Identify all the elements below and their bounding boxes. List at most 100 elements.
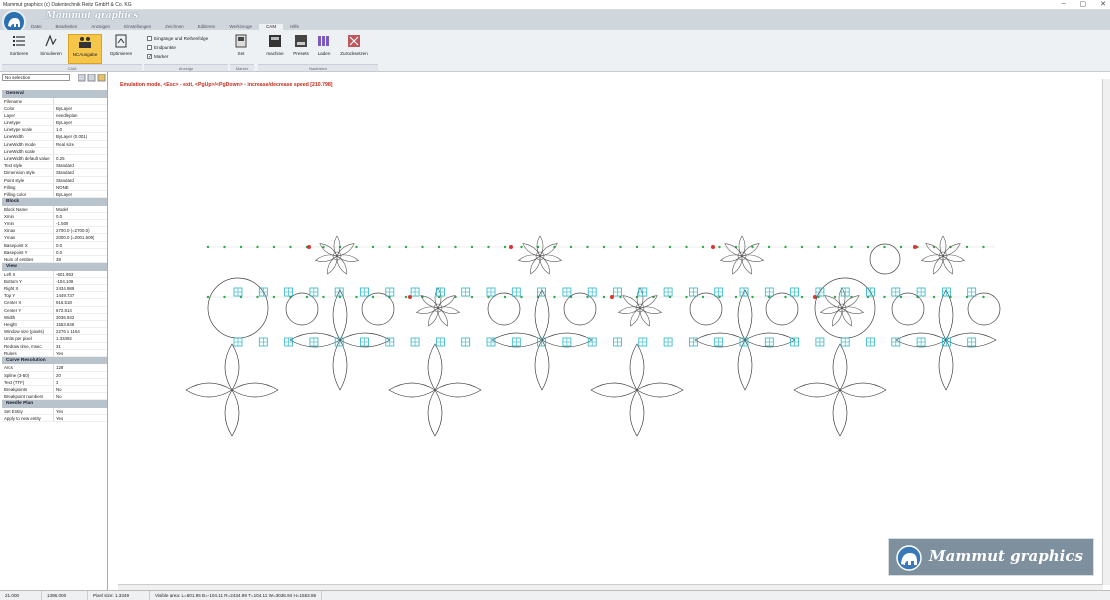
path-point: [421, 245, 424, 249]
path-point: [734, 295, 738, 299]
star-petal: [838, 287, 846, 309]
petal-shape: [339, 332, 391, 348]
path-point: [701, 245, 705, 249]
path-point: [866, 245, 870, 249]
petal-shape: [839, 382, 887, 398]
path-point: [701, 295, 705, 299]
star-petal: [428, 307, 439, 327]
petal-shape: [629, 389, 645, 437]
path-point: [470, 245, 474, 249]
path-point: [272, 245, 276, 249]
star-petal: [630, 307, 641, 327]
star-petal: [336, 255, 347, 275]
star-petal: [437, 307, 448, 327]
petal-shape: [629, 343, 645, 391]
path-point: [509, 245, 513, 249]
path-point: [470, 295, 474, 299]
circle-shape: [361, 292, 395, 326]
star-petal: [738, 235, 746, 257]
star-petal: [639, 307, 650, 327]
status-visible-area: Visible area: L=601.95 B=-104.11 R=2434.…: [150, 591, 323, 600]
path-point: [586, 245, 589, 249]
circle-shape: [487, 292, 521, 326]
path-point: [371, 295, 375, 299]
path-point: [784, 245, 787, 249]
status-pixel-size: Pixel size: 1.3349: [88, 591, 150, 600]
star-petal: [636, 287, 644, 309]
path-point: [355, 245, 358, 249]
petal-shape: [793, 382, 841, 398]
path-point: [982, 295, 985, 299]
path-point: [206, 245, 210, 249]
path-point: [817, 245, 820, 249]
path-point: [711, 245, 715, 249]
path-point: [371, 245, 375, 249]
path-point: [913, 245, 917, 249]
path-point: [520, 245, 523, 249]
star-petal: [741, 255, 752, 275]
path-point: [437, 245, 441, 249]
path-point: [256, 295, 259, 299]
circle-shape: [689, 292, 723, 326]
petal-shape: [832, 343, 848, 391]
path-point: [454, 245, 457, 249]
path-point: [223, 295, 226, 299]
path-point: [272, 295, 276, 299]
path-point: [965, 245, 969, 249]
petal-shape: [231, 382, 279, 398]
path-point: [833, 245, 837, 249]
path-point: [503, 245, 507, 249]
petal-shape: [491, 332, 543, 348]
path-point: [635, 245, 639, 249]
path-point: [883, 245, 886, 249]
star-petal: [942, 255, 953, 275]
circle-shape: [285, 292, 319, 326]
circle-shape: [765, 292, 799, 326]
path-point: [355, 295, 358, 299]
path-point: [833, 295, 837, 299]
petal-shape: [744, 332, 796, 348]
path-point: [307, 245, 311, 249]
petal-shape: [185, 382, 233, 398]
needle-plan-drawing[interactable]: [0, 0, 1110, 600]
status-bar: 21.000 1396.000 Pixel size: 1.3349 Visib…: [0, 590, 1110, 600]
watermark-text: Mammut graphics: [929, 547, 1083, 565]
path-point: [784, 295, 787, 299]
petal-shape: [832, 389, 848, 437]
path-point: [982, 245, 985, 249]
star-petal: [832, 307, 843, 327]
petal-shape: [636, 382, 684, 398]
circle-shape: [563, 292, 597, 326]
petal-shape: [590, 382, 638, 398]
path-point: [305, 295, 309, 299]
path-point: [223, 245, 226, 249]
path-point: [883, 295, 886, 299]
path-point: [767, 245, 771, 249]
status-y: 1396.000: [42, 591, 88, 600]
path-point: [322, 245, 325, 249]
star-petal: [530, 255, 541, 275]
path-point: [932, 295, 936, 299]
path-point: [569, 245, 573, 249]
path-point: [800, 245, 804, 249]
path-point: [800, 295, 804, 299]
vertical-scrollbar[interactable]: [1102, 79, 1110, 585]
petal-shape: [737, 289, 753, 341]
path-point: [751, 295, 754, 299]
path-point: [602, 245, 606, 249]
path-point: [404, 295, 408, 299]
circle-shape: [207, 277, 269, 339]
petal-shape: [224, 389, 240, 437]
path-point: [685, 295, 688, 299]
path-point: [668, 245, 672, 249]
path-point: [404, 245, 408, 249]
petal-shape: [427, 389, 443, 437]
circle-shape: [891, 292, 925, 326]
circle-shape: [814, 277, 876, 339]
path-point: [718, 245, 721, 249]
petal-shape: [737, 339, 753, 391]
status-x: 21.000: [0, 591, 42, 600]
star-petal: [933, 255, 944, 275]
star-petal: [327, 255, 338, 275]
path-point: [206, 295, 210, 299]
